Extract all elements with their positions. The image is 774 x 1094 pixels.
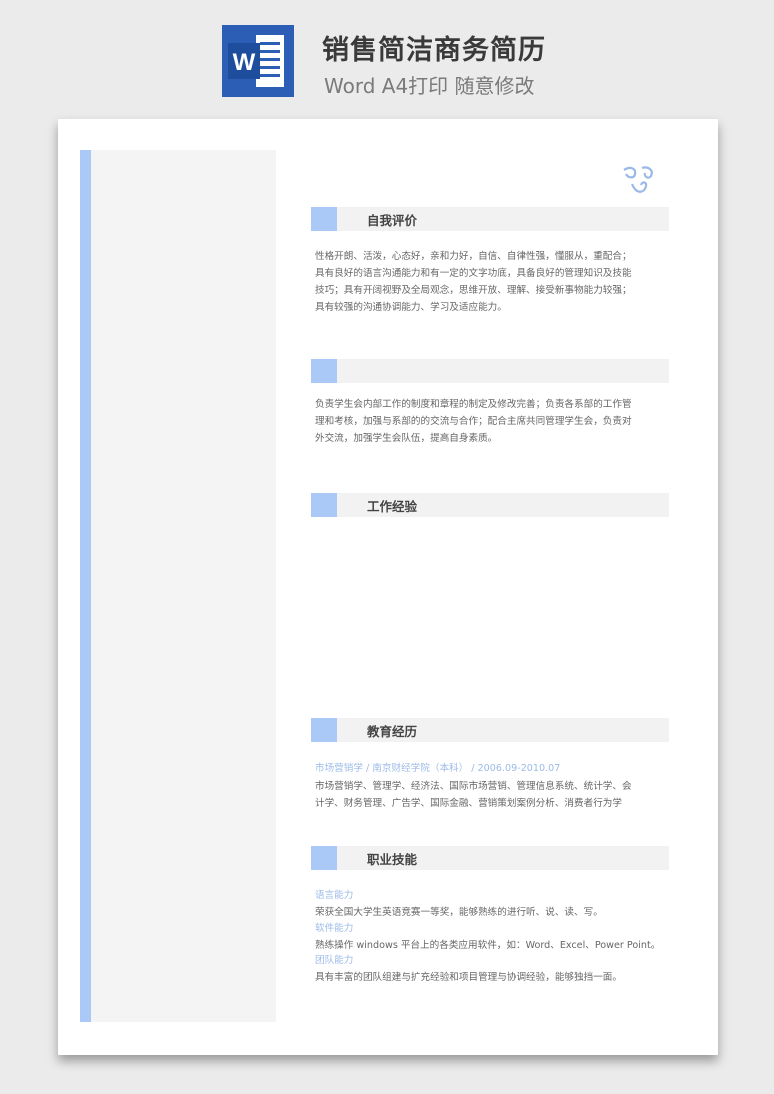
self-evaluation-text: 性格开朗、活泼，心态好，亲和力好，自信、自律性强，懂服从，重配合； 具有良好的语… <box>315 248 671 316</box>
text-line: 具有较强的沟通协调能力、学习及适应能力。 <box>315 302 507 313</box>
section-title: 职业技能 <box>367 852 418 867</box>
education-summary: 市场营销学 / 南京财经学院（本科） / 2006.09-2010.07 <box>315 763 561 774</box>
section-marker <box>311 846 337 870</box>
section-header-self-evaluation: 自我评价 <box>311 207 669 231</box>
section-marker <box>311 718 337 742</box>
text-line: 理和考核，加强与系部的的交流与合作；配合主席共同管理学生会，负责对 <box>315 416 632 427</box>
word-icon-letter: W <box>233 49 256 76</box>
section-header-skills: 职业技能 <box>311 846 669 870</box>
section-marker <box>311 359 337 383</box>
text-line: 具有良好的语言沟通能力和有一定的文字功底，具备良好的管理知识及技能 <box>315 268 632 279</box>
word-app-icon: W <box>222 25 294 97</box>
skill-name: 软件能力 <box>315 923 354 934</box>
text-line: 外交流，加强学生会队伍，提高自身素质。 <box>315 433 498 444</box>
section-title: 教育经历 <box>367 724 418 739</box>
text-line: 技巧；具有开阔视野及全局观念，思维开放、理解、接受新事物能力较强； <box>315 285 632 296</box>
decorative-logo-icon <box>620 164 656 196</box>
skill-description: 荣获全国大学生英语竞赛一等奖，能够熟练的进行听、说、读、写。 <box>315 907 603 918</box>
text-line: 市场营销学、管理学、经济法、国际市场营销、管理信息系统、统计学、会 <box>315 781 632 792</box>
resume-sidebar <box>80 150 276 1022</box>
section-marker <box>311 493 337 517</box>
sidebar-accent-stripe <box>80 150 91 1022</box>
text-line: 性格开朗、活泼，心态好，亲和力好，自信、自律性强，懂服从，重配合； <box>315 251 632 262</box>
campus-experience-text: 负责学生会内部工作的制度和章程的制定及修改完善；负责各系部的工作管 理和考核，加… <box>315 396 671 447</box>
section-title: 自我评价 <box>367 213 418 228</box>
resume-page: 自我评价 性格开朗、活泼，心态好，亲和力好，自信、自律性强，懂服从，重配合； 具… <box>58 119 718 1055</box>
section-title: 工作经验 <box>367 499 418 514</box>
document-subtitle: Word A4打印 随意修改 <box>324 74 535 98</box>
skill-description: 具有丰富的团队组建与扩充经验和项目管理与协调经验，能够独挡一面。 <box>315 972 622 983</box>
skill-description: 熟练操作 windows 平台上的各类应用软件，如：Word、Excel、Pow… <box>315 940 661 951</box>
text-line: 负责学生会内部工作的制度和章程的制定及修改完善；负责各系部的工作管 <box>315 399 632 410</box>
section-header-campus <box>311 359 669 383</box>
section-header-work-experience: 工作经验 <box>311 493 669 517</box>
skill-name: 团队能力 <box>315 955 354 966</box>
section-marker <box>311 207 337 231</box>
document-title: 销售简洁商务简历 <box>322 35 546 66</box>
education-courses: 市场营销学、管理学、经济法、国际市场营销、管理信息系统、统计学、会 计学、财务管… <box>315 778 671 812</box>
section-header-education: 教育经历 <box>311 718 669 742</box>
skill-name: 语言能力 <box>315 890 354 901</box>
text-line: 计学、财务管理、广告学、国际金融、营销策划案例分析、消费者行为学 <box>315 798 622 809</box>
